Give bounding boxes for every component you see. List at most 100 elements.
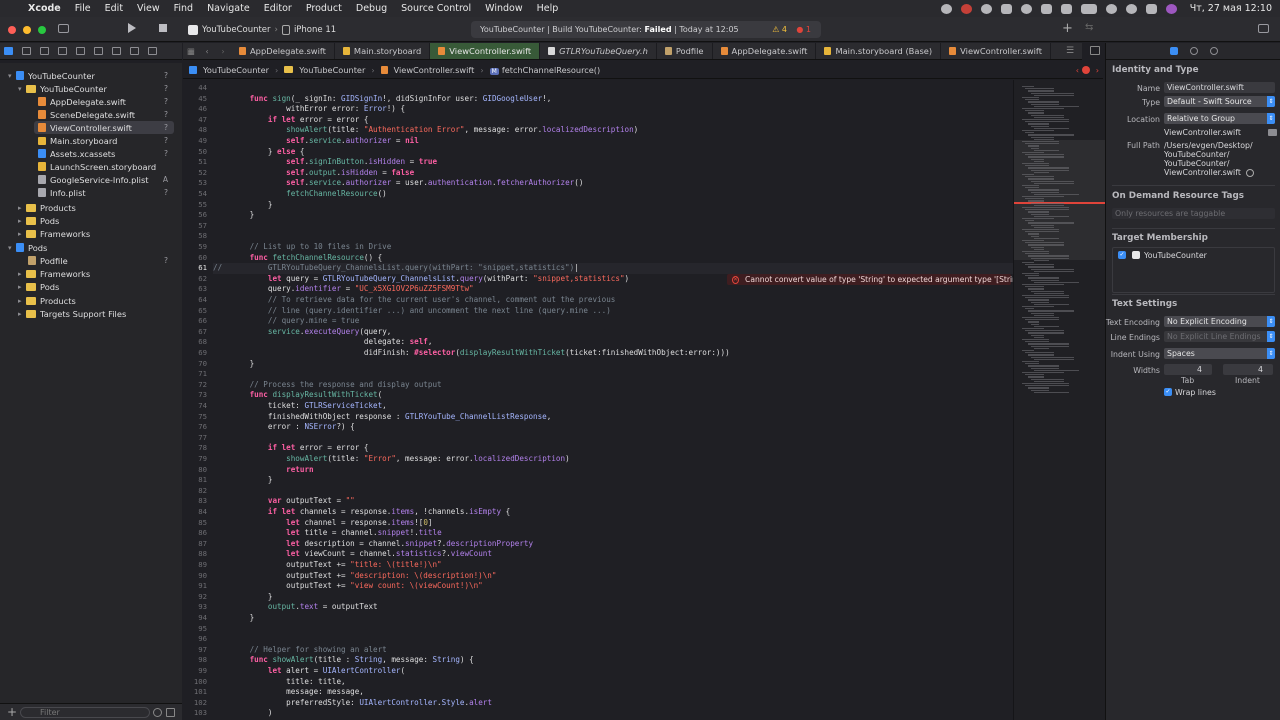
menubar-clock[interactable]: Чт, 27 мая 12:10 (1190, 3, 1272, 14)
scm-filter-icon[interactable] (166, 708, 175, 717)
line-endings-popup[interactable]: No Explicit Line Endings (1164, 331, 1275, 342)
disclosure-closed-icon[interactable]: ▸ (18, 230, 26, 238)
menu-find[interactable]: Find (167, 3, 200, 14)
close-window-button[interactable] (8, 26, 16, 34)
line-number[interactable]: 45 (198, 94, 207, 105)
back-icon[interactable]: ‹ (199, 43, 215, 59)
line-number[interactable]: 70 (198, 359, 207, 370)
line-number[interactable]: 46 (198, 104, 207, 115)
line-number[interactable]: 62 (198, 274, 207, 285)
line-number[interactable]: 78 (198, 443, 207, 454)
line-number[interactable]: 85 (198, 518, 207, 529)
status-play-icon[interactable] (1020, 3, 1032, 14)
list-item[interactable]: ▸ Products (0, 201, 182, 214)
breakpoint-navigator-icon[interactable] (130, 47, 139, 55)
line-number[interactable]: 93 (198, 602, 207, 613)
find-navigator-icon[interactable] (58, 47, 67, 55)
line-number[interactable]: 77 (198, 433, 207, 444)
report-navigator-icon[interactable] (148, 47, 157, 55)
line-number[interactable]: 79 (198, 454, 207, 465)
line-number[interactable]: 61 (198, 263, 207, 274)
list-item[interactable]: ▾ YouTubeCounter? (0, 82, 182, 95)
list-item[interactable]: ▸ Pods (0, 214, 182, 227)
line-number[interactable]: 64 (198, 295, 207, 306)
line-number[interactable]: 67 (198, 327, 207, 338)
line-number[interactable]: 96 (198, 634, 207, 645)
line-number[interactable]: 54 (198, 189, 207, 200)
line-number[interactable]: 53 (198, 178, 207, 189)
control-center-icon[interactable] (1145, 3, 1157, 14)
menu-source-control[interactable]: Source Control (394, 3, 478, 14)
line-number[interactable]: 75 (198, 412, 207, 423)
line-number[interactable]: 59 (198, 242, 207, 253)
scheme-selector[interactable]: YouTubeCounter › iPhone 11 (188, 22, 336, 38)
line-number[interactable]: 51 (198, 157, 207, 168)
recent-filter-icon[interactable] (153, 708, 162, 717)
encoding-popup[interactable]: No Explicit Encoding (1164, 316, 1275, 327)
inspector-toggle-icon[interactable] (1258, 24, 1269, 33)
status-record-icon[interactable] (960, 3, 972, 14)
list-item[interactable]: Podfile? (0, 254, 182, 267)
list-item[interactable]: Info.plist? (0, 186, 182, 199)
tab-gtlryoutubequery[interactable]: GTLRYouTubeQuery.h (540, 43, 657, 59)
line-number[interactable]: 48 (198, 125, 207, 136)
line-number[interactable]: 81 (198, 475, 207, 486)
issue-navigator-icon[interactable] (76, 47, 85, 55)
list-item[interactable]: ▸ Frameworks (0, 267, 182, 280)
menu-editor[interactable]: Editor (257, 3, 299, 14)
issue-nav-back-icon[interactable]: ‹ (1076, 65, 1079, 75)
tab-main-storyboard[interactable]: Main.storyboard (335, 43, 431, 59)
disclosure-closed-icon[interactable]: ▸ (18, 283, 26, 291)
editor-options-icon[interactable]: ☰ (1066, 46, 1074, 56)
battery-icon[interactable] (1080, 3, 1097, 14)
run-button[interactable] (128, 23, 136, 33)
grid-icon[interactable]: ▦ (183, 43, 199, 59)
disclosure-open-icon[interactable]: ▾ (18, 85, 26, 93)
line-number[interactable]: 60 (198, 253, 207, 264)
inline-error-annotation[interactable]: ✕ Cannot convert value of type 'String' … (727, 274, 1027, 285)
line-number[interactable]: 95 (198, 624, 207, 635)
line-number[interactable]: 44 (198, 83, 207, 94)
status-box-icon[interactable] (1040, 3, 1052, 14)
tab-podfile[interactable]: Podfile (657, 43, 713, 59)
reveal-arrow-icon[interactable] (1246, 169, 1254, 177)
line-number[interactable]: 97 (198, 645, 207, 656)
line-number[interactable]: 101 (194, 687, 207, 698)
spotlight-icon[interactable] (1125, 3, 1137, 14)
disclosure-closed-icon[interactable]: ▸ (18, 297, 26, 305)
line-number[interactable]: 82 (198, 486, 207, 497)
line-number[interactable]: 47 (198, 115, 207, 126)
line-number[interactable]: 50 (198, 147, 207, 158)
disclosure-closed-icon[interactable]: ▸ (18, 270, 26, 278)
line-number[interactable]: 63 (198, 284, 207, 295)
status-grid-icon[interactable] (1000, 3, 1012, 14)
line-number[interactable]: 92 (198, 592, 207, 603)
tab-appdelegate-2[interactable]: AppDelegate.swift (713, 43, 817, 59)
target-checkbox[interactable]: ✓ (1118, 251, 1126, 259)
list-item[interactable]: SceneDelegate.swift? (0, 108, 182, 121)
wifi-icon[interactable] (1105, 3, 1117, 14)
list-item[interactable]: ▸ Products (0, 294, 182, 307)
list-item-selected[interactable]: ViewController.swift? (34, 121, 174, 134)
project-navigator-icon[interactable] (4, 47, 13, 55)
disclosure-open-icon[interactable]: ▾ (8, 244, 16, 252)
line-number[interactable]: 94 (198, 613, 207, 624)
tab-main-storyboard-base[interactable]: Main.storyboard (Base) (816, 43, 942, 59)
line-number[interactable]: 65 (198, 306, 207, 317)
folder-icon[interactable] (1268, 129, 1277, 136)
tab-appdelegate[interactable]: AppDelegate.swift (231, 43, 335, 59)
error-count-badge[interactable]: ● 1 (796, 25, 811, 34)
line-number[interactable]: 80 (198, 465, 207, 476)
type-popup[interactable]: Default - Swift Source (1164, 96, 1275, 107)
line-number[interactable]: 100 (194, 677, 207, 688)
line-number[interactable]: 72 (198, 380, 207, 391)
issue-nav-forward-icon[interactable]: › (1096, 65, 1099, 75)
list-item[interactable]: AppDelegate.swift? (0, 95, 182, 108)
list-item[interactable]: ▸ Targets Support Files (0, 307, 182, 320)
line-number[interactable]: 58 (198, 231, 207, 242)
menu-edit[interactable]: Edit (98, 3, 130, 14)
line-number[interactable]: 66 (198, 316, 207, 327)
list-item[interactable]: LaunchScreen.storyboard (0, 160, 182, 173)
menu-navigate[interactable]: Navigate (200, 3, 257, 14)
line-number[interactable]: 56 (198, 210, 207, 221)
